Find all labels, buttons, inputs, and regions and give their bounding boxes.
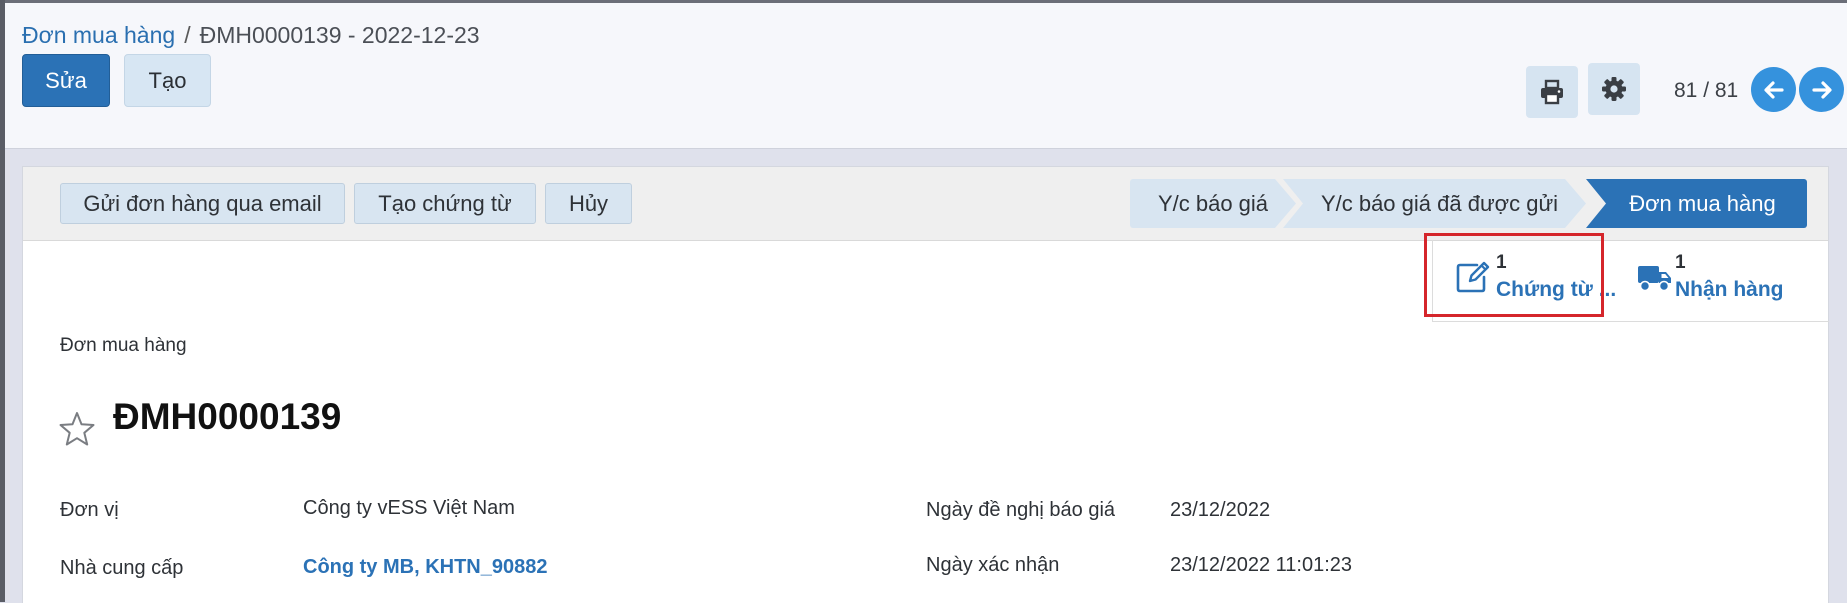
highlight-box bbox=[1424, 233, 1604, 317]
control-panel: Đơn mua hàng / ĐMH0000139 - 2022-12-23 Sửa… bbox=[5, 3, 1847, 149]
field-label-supplier: Nhà cung cấp bbox=[60, 557, 184, 579]
field-label-rfq-date: Ngày đề nghị báo giá bbox=[926, 499, 1116, 521]
create-button[interactable]: Tạo bbox=[124, 54, 211, 107]
print-button[interactable] bbox=[1526, 66, 1578, 118]
arrow-right-icon bbox=[1811, 80, 1832, 99]
cancel-button[interactable]: Hủy bbox=[545, 183, 632, 224]
arrow-left-icon bbox=[1763, 80, 1784, 99]
gear-icon bbox=[1602, 77, 1626, 101]
stage-rfq[interactable]: Y/c báo giá bbox=[1130, 179, 1296, 228]
smart-button-receipts-label: Nhận hàng bbox=[1675, 278, 1784, 301]
field-value-rfq-date[interactable]: 23/12/2022 bbox=[1170, 499, 1270, 522]
document-name: ĐMH0000139 bbox=[113, 396, 342, 437]
send-email-button[interactable]: Gửi đơn hàng qua email bbox=[60, 183, 345, 224]
print-icon bbox=[1541, 79, 1563, 105]
status-stages: Y/c báo giá Y/c báo giá đã được gửi Đơn … bbox=[1130, 179, 1807, 228]
field-label-confirm-date: Ngày xác nhận bbox=[926, 554, 1060, 576]
pager-value[interactable]: 81 / 81 bbox=[1674, 79, 1738, 103]
prev-record-button[interactable] bbox=[1751, 67, 1796, 112]
form-sheet: Gửi đơn hàng qua email Tạo chứng từ Hủy … bbox=[22, 166, 1829, 603]
breadcrumb-current: ĐMH0000139 - 2022-12-23 bbox=[199, 22, 480, 48]
breadcrumb-separator: / bbox=[184, 22, 191, 48]
stage-rfq-sent[interactable]: Y/c báo giá đã được gửi bbox=[1283, 179, 1586, 228]
next-record-button[interactable] bbox=[1799, 67, 1844, 112]
field-value-unit[interactable]: Công ty vESS Việt Nam bbox=[303, 497, 515, 520]
breadcrumb: Đơn mua hàng / ĐMH0000139 - 2022-12-23 bbox=[22, 22, 480, 49]
field-value-supplier-link[interactable]: Công ty MB, KHTN_90882 bbox=[303, 556, 548, 579]
field-label-unit: Đơn vị bbox=[60, 499, 119, 521]
breadcrumb-parent-link[interactable]: Đơn mua hàng bbox=[22, 22, 175, 48]
status-bar: Gửi đơn hàng qua email Tạo chứng từ Hủy … bbox=[23, 167, 1828, 241]
stage-purchase-order[interactable]: Đơn mua hàng bbox=[1586, 179, 1807, 228]
star-icon[interactable] bbox=[58, 410, 96, 448]
truck-icon bbox=[1638, 266, 1671, 292]
settings-button[interactable] bbox=[1588, 63, 1640, 115]
edit-button[interactable]: Sửa bbox=[22, 54, 110, 107]
field-value-confirm-date[interactable]: 23/12/2022 11:01:23 bbox=[1170, 554, 1352, 577]
document-type-label: Đơn mua hàng bbox=[60, 335, 187, 356]
smart-button-receipts[interactable]: 1 Nhận hàng bbox=[1631, 240, 1829, 320]
smart-button-receipts-count: 1 bbox=[1675, 252, 1686, 273]
create-voucher-button[interactable]: Tạo chứng từ bbox=[354, 183, 536, 224]
